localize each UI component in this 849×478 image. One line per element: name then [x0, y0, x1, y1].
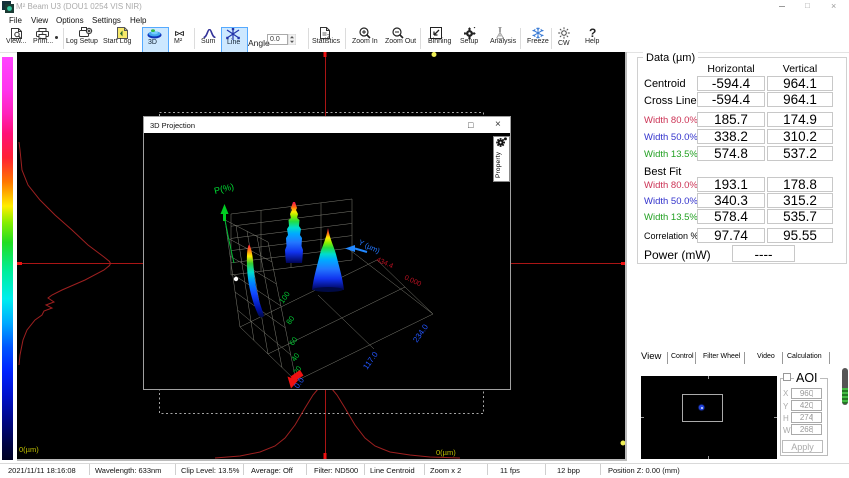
svg-text:80: 80: [284, 314, 296, 326]
svg-text:40: 40: [289, 351, 301, 363]
svg-text:P(%): P(%): [213, 181, 235, 196]
svg-text:234.0: 234.0: [411, 322, 430, 344]
svg-text:Y (µm): Y (µm): [357, 238, 382, 256]
svg-text:434.4: 434.4: [375, 256, 394, 270]
svg-text:0(µm): 0(µm): [19, 445, 39, 454]
svg-text:60: 60: [287, 335, 299, 347]
svg-text:117.0: 117.0: [361, 350, 380, 372]
svg-text:0.000: 0.000: [403, 274, 422, 288]
svg-text:0(µm): 0(µm): [436, 448, 456, 457]
